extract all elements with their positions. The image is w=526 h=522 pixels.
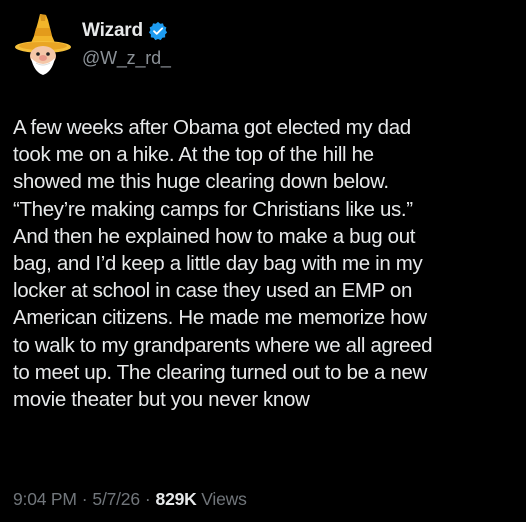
post-meta: 9:04 PM · 5/7/26 · 829K Views: [13, 489, 247, 510]
post-text-line: to meet up. The clearing turned out to b…: [13, 360, 427, 384]
display-name[interactable]: Wizard: [82, 20, 143, 42]
post-text-line: to walk to my grandparents where we all …: [13, 333, 433, 357]
post-text-line: bag, and I’d keep a little day bag with …: [13, 252, 423, 276]
post-text-line: And then he explained how to make a bug …: [13, 224, 416, 248]
post-text: A few weeks after Obama got elected my d…: [13, 114, 518, 413]
meta-separator: ·: [144, 489, 151, 509]
handle[interactable]: @W_z_rd_: [82, 48, 171, 69]
post-text-line: “They’re making camps for Christians lik…: [13, 197, 413, 221]
post-text-line: showed me this huge clearing down below.: [13, 170, 389, 194]
display-name-row: Wizard: [82, 20, 171, 42]
wizard-avatar-icon: [15, 14, 71, 75]
post-date[interactable]: 5/7/26: [92, 489, 140, 509]
views-count[interactable]: 829K: [156, 489, 197, 509]
post-text-line: took me on a hike. At the top of the hil…: [13, 143, 374, 167]
post-text-line: locker at school in case they used an EM…: [13, 279, 413, 303]
meta-separator: ·: [81, 489, 88, 509]
post-time[interactable]: 9:04 PM: [13, 489, 77, 509]
author-block: Wizard @W_z_rd_: [82, 20, 171, 69]
verified-badge-icon: [148, 21, 168, 41]
post-text-line: A few weeks after Obama got elected my d…: [13, 116, 411, 139]
avatar[interactable]: [12, 12, 74, 78]
post-text-line: movie theater but you never know: [13, 388, 310, 412]
views-label: Views: [201, 489, 247, 509]
post-text-line: American citizens. He made me memorize h…: [13, 306, 427, 330]
tweet-card: Wizard @W_z_rd_ A few weeks after Obama …: [0, 0, 526, 522]
